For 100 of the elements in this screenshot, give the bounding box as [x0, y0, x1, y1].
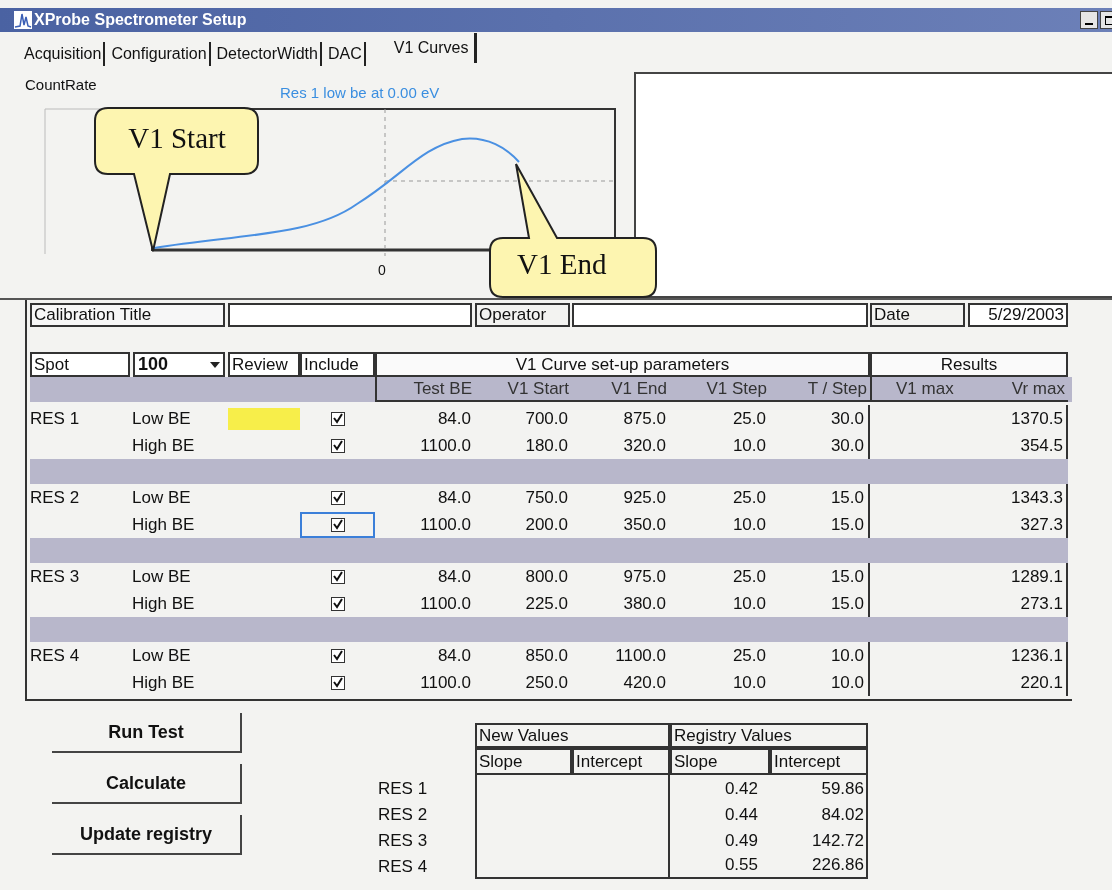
column-header: V1 Start — [475, 377, 572, 402]
chart-title: Res 1 low be at 0.00 eV — [280, 83, 440, 103]
axis-label: CountRate — [25, 75, 97, 95]
column-header: Slope — [475, 748, 572, 775]
table-cell-text: 0.44 — [723, 803, 759, 826]
column-header: V1 End — [572, 377, 670, 402]
table-cell-text: RES 3 — [30, 565, 81, 588]
tab[interactable]: DetectorWidth — [214, 42, 322, 66]
table-cell: 84.02 — [770, 801, 868, 827]
table-cell-text: 350.0 — [622, 513, 667, 536]
column-header: V1 max — [870, 377, 970, 402]
table-cell-text: 850.0 — [524, 644, 569, 667]
column-header: Vr max — [970, 377, 1068, 402]
checkbox[interactable] — [330, 596, 345, 611]
row-label: RES 4 — [377, 855, 429, 878]
table-cell-text: 250.0 — [524, 671, 569, 694]
table-cell-text: 180.0 — [524, 434, 569, 457]
table-cell-text: 800.0 — [524, 565, 569, 588]
column-header: Slope — [670, 748, 770, 775]
minimize-button[interactable] — [1080, 11, 1098, 29]
group-header: Results — [870, 352, 1068, 377]
checkbox[interactable] — [330, 517, 345, 532]
title-field[interactable] — [228, 303, 472, 327]
checkbox[interactable] — [330, 411, 345, 426]
table-cell-text: 0.49 — [723, 829, 759, 852]
field-label: Spot — [30, 352, 130, 377]
table-cell: 15.0 — [770, 563, 870, 590]
tab[interactable]: DAC — [325, 42, 366, 66]
callout: V1 Start — [94, 107, 260, 253]
table-cell: 1370.5 — [970, 405, 1068, 432]
table-cell-text: 84.0 — [436, 407, 472, 430]
column-header: Intercept — [770, 748, 868, 775]
table-cell-text: 10.0 — [731, 671, 767, 694]
checkbox[interactable] — [330, 490, 345, 505]
tab[interactable]: Acquisition — [22, 42, 106, 66]
date-field[interactable]: 5/29/2003 — [968, 303, 1068, 327]
table-cell-text: 875.0 — [622, 407, 667, 430]
table-cell-text: 10.0 — [731, 434, 767, 457]
spot-dropdown[interactable]: 100 — [133, 352, 225, 377]
table-cell-text: RES 2 — [30, 486, 81, 509]
window-title: XProbe Spectrometer Setup — [34, 10, 247, 30]
operator-field[interactable] — [572, 303, 868, 327]
table-cell-text: High BE — [131, 434, 196, 457]
table-cell: 1236.1 — [970, 642, 1068, 669]
table-cell-text: 1100.0 — [419, 592, 472, 615]
checkbox[interactable] — [330, 438, 345, 453]
column-header: Intercept — [572, 748, 670, 775]
row-label: RES 3 — [377, 829, 429, 852]
table-cell-text: 0.42 — [723, 777, 759, 800]
action-button[interactable]: Calculate — [52, 764, 242, 804]
table-cell: 10.0 — [770, 669, 870, 696]
group-header: New Values — [475, 723, 670, 748]
row-label: RES 1 — [377, 777, 429, 800]
table-cell-text: 225.0 — [524, 592, 569, 615]
table-cell-text: 925.0 — [622, 486, 667, 509]
table-cell-text: 10.0 — [731, 513, 767, 536]
table-cell-text: 1100.0 — [419, 434, 472, 457]
table-cell: 10.0 — [770, 642, 870, 669]
column-header: Review — [228, 352, 300, 377]
tab[interactable]: V1 Curves — [369, 33, 478, 63]
table-cell-text: High BE — [131, 513, 196, 536]
table-cell-text: 200.0 — [524, 513, 569, 536]
table-cell-text: High BE — [131, 671, 196, 694]
checkbox[interactable] — [330, 648, 345, 663]
field-label: Calibration Title — [30, 303, 225, 327]
table-cell: 1343.3 — [970, 484, 1068, 511]
table-cell-text: RES 4 — [30, 644, 81, 667]
table-cell: 59.86 — [770, 775, 868, 801]
group-header: Registry Values — [670, 723, 868, 748]
table-cell: 15.0 — [770, 484, 870, 511]
action-button[interactable]: Update registry — [52, 815, 242, 855]
field-label: Operator — [475, 303, 570, 327]
checkbox[interactable] — [330, 569, 345, 584]
table-cell-text: 25.0 — [731, 486, 767, 509]
table-cell-text: 10.0 — [731, 592, 767, 615]
table-cell: 0.55 — [670, 853, 770, 879]
table-cell-text: High BE — [131, 592, 196, 615]
table-cell-text: Low BE — [131, 486, 192, 509]
table-cell-text: 750.0 — [524, 486, 569, 509]
table-cell-text: 84.0 — [436, 644, 472, 667]
table-cell-text: 25.0 — [731, 565, 767, 588]
table-cell-text: 420.0 — [622, 671, 667, 694]
table-cell-text: 1100.0 — [419, 513, 472, 536]
action-button[interactable]: Run Test — [52, 713, 242, 753]
table-cell-text: 320.0 — [622, 434, 667, 457]
table-cell-text: 1100.0 — [419, 671, 472, 694]
row-label: RES 2 — [377, 803, 429, 826]
focus-frame[interactable] — [300, 511, 375, 538]
tab[interactable]: Configuration — [109, 42, 211, 66]
table-cell: 226.86 — [770, 853, 868, 879]
column-header: Test BE — [375, 377, 475, 402]
maximize-button[interactable] — [1100, 11, 1112, 29]
table-cell-text: 380.0 — [622, 592, 667, 615]
table-cell: 30.0 — [770, 405, 870, 432]
spectrum-icon — [14, 11, 32, 29]
tick-label: 0 — [378, 261, 386, 280]
checkbox[interactable] — [330, 675, 345, 690]
group-header: V1 Curve set-up parameters — [375, 352, 870, 377]
table-cell-text: 975.0 — [622, 565, 667, 588]
column-header: T / Step — [770, 377, 870, 402]
